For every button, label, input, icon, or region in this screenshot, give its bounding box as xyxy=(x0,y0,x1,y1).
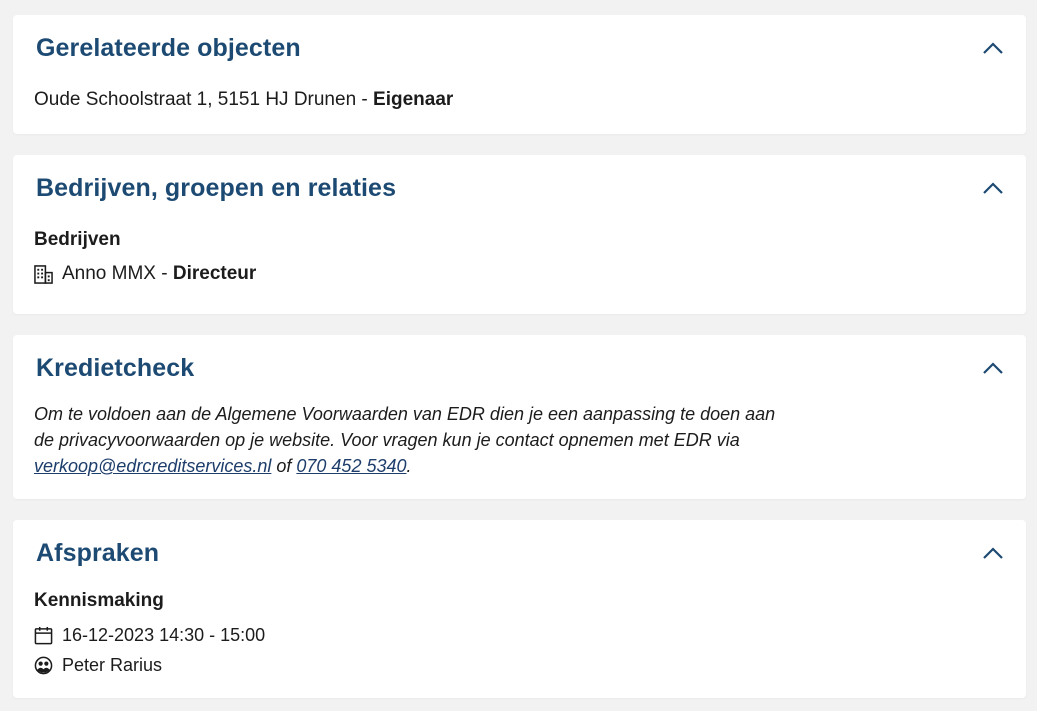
company-role: Directeur xyxy=(172,263,257,284)
credit-check-card: Kredietcheck Om te voldoen aan de Algeme… xyxy=(13,335,1026,499)
companies-card: Bedrijven, groepen en relaties Bedrijven… xyxy=(13,155,1026,314)
email-link[interactable]: verkoop@edrcreditservices.nl xyxy=(34,456,271,476)
appointments-card: Afspraken Kennismaking 16-12-2023 14:30 … xyxy=(13,520,1026,698)
phone-link[interactable]: 070 452 5340 xyxy=(296,456,406,476)
building-icon xyxy=(34,264,53,284)
appointment-datetime-row: 16-12-2023 14:30 - 15:00 xyxy=(34,625,265,646)
chevron-up-icon[interactable] xyxy=(982,361,1004,375)
chevron-up-icon[interactable] xyxy=(982,546,1004,560)
related-objects-card: Gerelateerde objecten Oude Schoolstraat … xyxy=(13,15,1026,134)
appointments-title: Afspraken xyxy=(36,539,160,567)
chevron-up-icon[interactable] xyxy=(982,181,1004,195)
related-objects-title: Gerelateerde objecten xyxy=(36,34,301,62)
related-object-address: Oude Schoolstraat 1, 5151 HJ Drunen xyxy=(34,89,357,110)
appointment-person: Peter Rarius xyxy=(62,655,163,675)
users-icon xyxy=(34,656,53,675)
calendar-icon xyxy=(34,626,53,645)
company-item: Anno MMX - Directeur xyxy=(34,263,256,285)
related-object-role: Eigenaar xyxy=(373,89,454,110)
appointment-person-row: Peter Rarius xyxy=(34,655,162,676)
chevron-up-icon[interactable] xyxy=(982,41,1004,55)
related-object-item: Oude Schoolstraat 1, 5151 HJ Drunen - Ei… xyxy=(34,89,454,110)
appointment-name[interactable]: Kennismaking xyxy=(34,590,164,612)
credit-check-notice: Om te voldoen aan de Algemene Voorwaarde… xyxy=(34,404,776,476)
companies-subheading: Bedrijven xyxy=(34,229,121,250)
companies-title: Bedrijven, groepen en relaties xyxy=(36,174,397,202)
credit-check-title: Kredietcheck xyxy=(36,354,195,382)
appointment-datetime: 16-12-2023 14:30 - 15:00 xyxy=(62,625,266,645)
company-name[interactable]: Anno MMX xyxy=(62,263,156,284)
